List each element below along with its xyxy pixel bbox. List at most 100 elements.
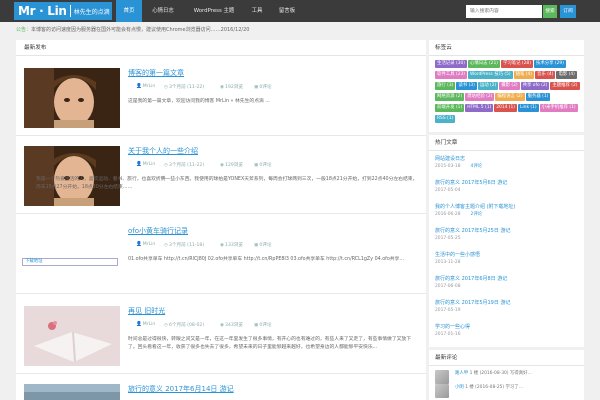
tag-link[interactable]: 软件工具 (23) [435, 71, 467, 79]
post-title[interactable]: ofo小黄车骑行记录 [128, 226, 188, 236]
post-meta: 👤MrLin ◷6个月前 (08-02) ◉343浏览 ▣0评论 [136, 322, 416, 330]
tag-link[interactable]: 旅行 (3) [435, 82, 456, 90]
chevron-down-icon: 主题 [223, 8, 235, 14]
tag-link[interactable]: RSS (1) [435, 115, 456, 123]
post-meta: 👤MrLin ◷3个月前 (11-22) ◉192浏览 ▣0评论 [136, 84, 416, 92]
notice-text[interactable]: 本博客的访问速度因为服务器在国外可能会有点慢，建议使用Chrome浏览器访问……… [31, 27, 249, 33]
logo-main-text: Mr · Lin [18, 4, 67, 18]
post-comments[interactable]: ▣0评论 [254, 162, 271, 168]
hot-post-date: 2017-06-08 [435, 284, 461, 289]
comment-author[interactable]: 小明 [455, 385, 464, 390]
post-date: ◷3个月前 (11-22) [164, 85, 205, 90]
hot-post-title[interactable]: 旅行的意义 2017年5月6日 游记 [435, 179, 581, 187]
eye-icon: ◉ [220, 85, 225, 90]
user-icon: 👤 [136, 84, 142, 89]
post-title[interactable]: 关于我个人的一些介绍 [128, 146, 198, 156]
post-thumbnail[interactable] [24, 306, 120, 366]
hot-post-comment-count[interactable]: 4评论 [471, 164, 483, 169]
tag-cloud-widget: 标签云 生活记录 (30) 心情日志 (21) 学习笔记 (28) 技术分享 (29)… [429, 40, 584, 132]
tag-link[interactable]: 生活记录 (30) [435, 60, 467, 68]
tag-link[interactable]: HTML 5 (1) [465, 104, 494, 112]
post-date: ◷6个月前 (08-02) [164, 323, 205, 328]
post-author[interactable]: 👤MrLin [136, 322, 155, 327]
post-item: 再见 旧时光 👤MrLin ◷6个月前 (08-02) ◉343浏览 ▣0评论 … [16, 296, 426, 374]
post-item: 关于我个人的一些介绍 👤MrLin ◷3个月前 (11-22) ◉129浏览 ▣… [16, 136, 426, 214]
hot-post-meta: 2016-06-28 2评论 [435, 211, 581, 219]
comment-body: 1 楼 (2016-08-30) 写得真好… [469, 371, 532, 376]
hot-post-title[interactable]: 旅行的意义 2017年6月8日 游记 [435, 275, 581, 283]
post-views: ◉192浏览 [220, 85, 243, 90]
comment-icon: ▣ [254, 85, 259, 90]
post-comments[interactable]: ▣0评论 [254, 242, 271, 248]
hot-posts-heading: 热门文章 [429, 135, 584, 151]
hot-post-comment-count[interactable]: 2评论 [471, 212, 483, 217]
nav-item-home[interactable]: 首页 [116, 0, 142, 22]
post-author[interactable]: 👤MrLin [136, 84, 155, 89]
clock-icon: ◷ [164, 323, 169, 328]
tag-link[interactable]: 心情日志 (21) [467, 60, 500, 68]
download-link-box[interactable]: 下载地址 [22, 258, 118, 266]
tag-link[interactable]: 2014 (1) [494, 104, 518, 112]
nav-item-guestbook[interactable]: 留言板 [274, 0, 300, 22]
hot-posts-widget: 热门文章 网站建设日志 2015-03-18 4评论 旅行的意义 2017年5月6日 … [429, 135, 584, 347]
user-icon: 👤 [136, 162, 142, 167]
post-title[interactable]: 博客的第一篇文章 [128, 68, 184, 78]
search-input[interactable] [466, 5, 542, 18]
tag-link[interactable]: 前端开发 (1) [435, 104, 465, 112]
post-comments[interactable]: ▣0评论 [254, 84, 271, 90]
tag-link[interactable]: 编程语言 (2) [495, 93, 525, 101]
hot-post-title[interactable]: 我的个人博客主题介绍 (附下载地址) [435, 203, 581, 211]
hot-post-meta: 2017-05-25 [435, 235, 581, 243]
subscribe-button[interactable]: 订阅 [560, 5, 576, 18]
site-notice: 公告：本博客的访问速度因为服务器在国外可能会有点慢，建议使用Chrome浏览器访… [16, 24, 596, 36]
hot-post-title[interactable]: 网站建设日志 [435, 155, 581, 163]
tag-link[interactable]: 运动 (2) [477, 82, 499, 90]
nav-item-wordpress[interactable]: WordPress 主题 [188, 0, 240, 22]
hot-post-date: 2013-11-28 [435, 260, 461, 265]
hot-post-item: 我的个人博客主题介绍 (附下载地址) 2016-06-28 2评论 [435, 203, 581, 219]
latest-comments-widget: 最新评论 路人甲 1 楼 (2016-08-30) 写得真好… 小明 1 楼 (2… [429, 350, 584, 400]
tag-link[interactable]: 随笔 (4) [513, 71, 535, 79]
tag-link[interactable]: 音乐 (4) [535, 71, 556, 79]
tag-link[interactable]: 共享 ofo (2) [520, 82, 550, 90]
post-item: ofo小黄车骑行记录 👤MrLin ◷3个月前 (11-18) ◉133浏览 ▣… [16, 216, 426, 294]
tag-link[interactable]: 小米手机推荐 (1) [539, 104, 578, 112]
tag-link[interactable]: WordPress 技巧 (5) [467, 71, 513, 79]
latest-comments-heading: 最新评论 [429, 350, 584, 366]
post-thumbnail[interactable] [24, 384, 120, 400]
tag-link[interactable]: 建站经验 (2) [465, 93, 495, 101]
post-title[interactable]: 旅行的意义 2017年6月14日 游记 [128, 384, 234, 394]
post-comments[interactable]: ▣0评论 [254, 322, 271, 328]
tag-link[interactable]: 电影 (4) [556, 71, 577, 79]
hot-post-title[interactable]: 学习的一些心得 [435, 323, 581, 331]
tag-link[interactable]: 主题推荐 (2) [550, 82, 580, 90]
comment-item[interactable]: 小明 1 楼 (2016-08-25) 学习了… [435, 384, 581, 400]
tag-link[interactable]: Link (1) [518, 104, 539, 112]
tag-link[interactable]: 网络资源 (2) [435, 93, 465, 101]
hot-post-title[interactable]: 旅行的意义 2017年5月19日 游记 [435, 299, 581, 307]
hot-post-title[interactable]: 生活中的一些小感悟 [435, 251, 581, 259]
tag-link[interactable]: 技术分享 (29) [533, 60, 566, 68]
post-date: ◷3个月前 (11-22) [164, 163, 205, 168]
logo-separator [69, 5, 71, 17]
comment-icon: ▣ [254, 323, 259, 328]
post-title[interactable]: 再见 旧时光 [128, 306, 165, 316]
eye-icon: ◉ [220, 163, 225, 168]
post-thumbnail[interactable] [24, 68, 120, 128]
search-button[interactable]: 搜索 [543, 5, 557, 18]
tag-link[interactable]: 服务器 (1) [525, 93, 551, 101]
comment-author[interactable]: 路人甲 [455, 371, 468, 376]
post-author[interactable]: 👤MrLin [136, 162, 155, 167]
post-author[interactable]: 👤MrLin [136, 242, 155, 247]
post-meta: 👤MrLin ◷3个月前 (11-22) ◉129浏览 ▣0评论 [136, 162, 416, 170]
site-logo[interactable]: Mr · Lin 林先生的点滴 [14, 2, 112, 20]
main-heading: 最新发布 [16, 40, 426, 56]
hot-post-title[interactable]: 旅行的意义 2017年5月25日 游记 [435, 227, 581, 235]
tag-link[interactable]: 读书 (3) [456, 82, 477, 90]
hot-post-item: 旅行的意义 2017年5月19日 游记 2017-05-19 [435, 299, 581, 315]
nav-item-diary[interactable]: 心情日志 [144, 0, 182, 22]
tag-link[interactable]: 学习笔记 (28) [500, 60, 533, 68]
nav-item-tools[interactable]: 工具 [246, 0, 268, 22]
hot-post-meta: 2017-05-04 [435, 187, 581, 195]
tag-link[interactable]: 摄影 (2) [499, 82, 520, 90]
